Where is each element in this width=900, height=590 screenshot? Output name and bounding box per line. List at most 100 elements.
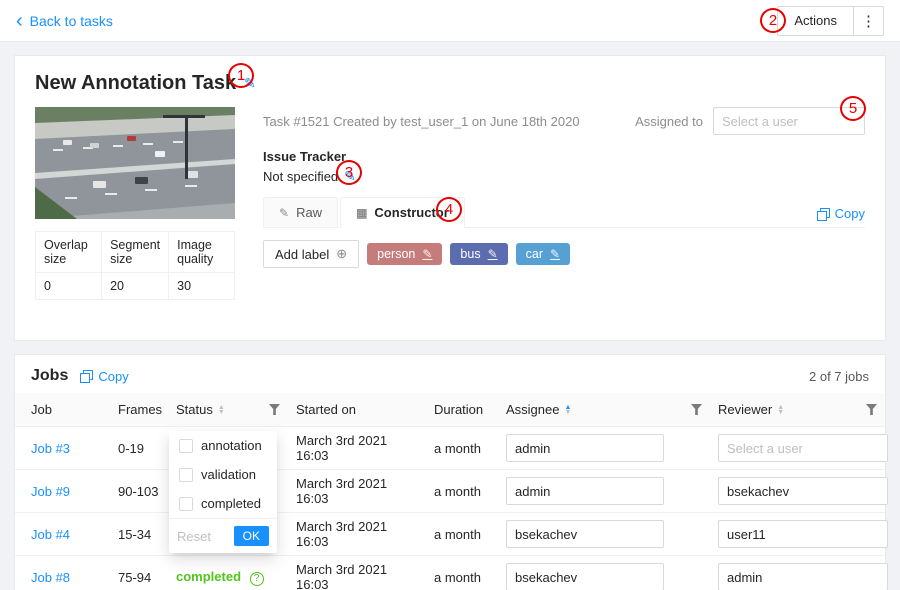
assignee-input[interactable] <box>506 434 664 462</box>
back-chevron-icon: ‹ <box>16 14 23 28</box>
reviewer-input[interactable] <box>718 477 888 505</box>
copy-labels-link[interactable]: Copy <box>817 206 865 227</box>
plus-circle-icon: ⊕ <box>336 246 347 262</box>
job-link[interactable]: Job #4 <box>31 527 70 542</box>
copy-icon <box>817 208 829 220</box>
param-header-segment: Segment size <box>102 232 169 273</box>
task-left-column: Overlap size Segment size Image quality … <box>35 107 235 300</box>
sort-caret-down-icon: ▼ <box>777 410 784 415</box>
col-header-reviewer[interactable]: Reviewer ▲ ▼ <box>710 393 885 427</box>
assigned-to-label: Assigned to <box>635 114 703 129</box>
edit-icon[interactable]: ✎ <box>550 247 560 261</box>
filter-option-label: validation <box>201 467 256 482</box>
checkbox-completed[interactable] <box>179 497 193 511</box>
add-label-text: Add label <box>275 247 329 262</box>
col-header-job: Job <box>15 393 110 427</box>
jobs-title: Jobs <box>31 367 68 385</box>
annotation-circle-1: 1 <box>228 63 254 88</box>
copy-jobs-link[interactable]: Copy <box>80 369 128 384</box>
actions-button-group: Actions ⋮ <box>777 6 884 36</box>
frames-cell: 0-19 <box>110 427 168 470</box>
reviewer-input[interactable] <box>718 434 888 462</box>
edit-icon[interactable]: ✎ <box>488 247 498 261</box>
frames-cell: 75-94 <box>110 556 168 590</box>
annotation-circle-3: 3 <box>336 160 362 185</box>
assignee-header-label: Assignee <box>506 402 559 417</box>
label-chip-name: car <box>526 247 543 261</box>
started-cell: March 3rd 2021 16:03 <box>288 427 426 470</box>
actions-button[interactable]: Actions <box>778 7 853 35</box>
filter-reset-button[interactable]: Reset <box>177 529 211 544</box>
copy-labels-label: Copy <box>835 206 865 221</box>
duration-cell: a month <box>426 470 498 513</box>
duration-cell: a month <box>426 427 498 470</box>
annotation-circle-2: 2 <box>760 8 786 33</box>
job-link[interactable]: Job #9 <box>31 484 70 499</box>
tab-raw[interactable]: ✎ Raw <box>263 197 338 227</box>
more-icon: ⋮ <box>861 12 876 30</box>
jobs-count: 2 of 7 jobs <box>809 369 869 384</box>
jobs-card: Jobs Copy 2 of 7 jobs Job Frames Status <box>14 354 886 590</box>
task-preview-image <box>35 107 235 219</box>
pencil-icon: ✎ <box>279 206 289 220</box>
duration-cell: a month <box>426 513 498 556</box>
col-header-started: Started on <box>288 393 426 427</box>
labels-tabs-bar: ✎ Raw ▦ Constructor Copy <box>263 197 865 228</box>
status-completed-text: completed <box>176 569 241 584</box>
col-header-frames: Frames <box>110 393 168 427</box>
status-filter-icon[interactable] <box>269 404 280 415</box>
add-label-button[interactable]: Add label ⊕ <box>263 240 359 268</box>
frames-cell: 90-103 <box>110 470 168 513</box>
filter-ok-button[interactable]: OK <box>234 526 269 546</box>
status-filter-dropdown: annotation validation completed Reset OK <box>169 431 277 553</box>
sort-icons[interactable]: ▲ ▼ <box>218 405 225 415</box>
reviewer-input[interactable] <box>718 520 888 548</box>
more-menu-button[interactable]: ⋮ <box>853 7 883 35</box>
filter-option-label: completed <box>201 496 261 511</box>
sort-icons[interactable]: ▲ ▼ <box>564 405 571 415</box>
back-link-label: Back to tasks <box>30 13 113 29</box>
col-header-status[interactable]: Status ▲ ▼ <box>168 393 288 427</box>
annotation-circle-5: 5 <box>840 96 866 121</box>
duration-cell: a month <box>426 556 498 590</box>
task-params-table: Overlap size Segment size Image quality … <box>35 231 235 300</box>
task-title: New Annotation Task <box>35 72 236 95</box>
label-chip-bus[interactable]: bus ✎ <box>450 243 507 265</box>
label-chip-car[interactable]: car ✎ <box>516 243 570 265</box>
sort-caret-down-icon: ▼ <box>564 410 571 415</box>
assignee-input[interactable] <box>506 477 664 505</box>
filter-option-validation[interactable]: validation <box>169 460 277 489</box>
param-value-segment: 20 <box>102 273 169 300</box>
filter-option-completed[interactable]: completed <box>169 489 277 518</box>
param-header-overlap: Overlap size <box>36 232 102 273</box>
assignee-filter-icon[interactable] <box>691 404 702 415</box>
assignee-input[interactable] <box>506 563 664 590</box>
task-right-column: Task #1521 Created by test_user_1 on Jun… <box>263 107 865 300</box>
reviewer-filter-icon[interactable] <box>866 404 877 415</box>
started-cell: March 3rd 2021 16:03 <box>288 556 426 590</box>
col-header-assignee[interactable]: Assignee ▲ ▼ <box>498 393 710 427</box>
frames-cell: 15-34 <box>110 513 168 556</box>
label-chip-name: bus <box>460 247 480 261</box>
checkbox-annotation[interactable] <box>179 439 193 453</box>
job-link[interactable]: Job #3 <box>31 441 70 456</box>
assignee-input[interactable] <box>506 520 664 548</box>
job-row: Job #3 0-19 March 3rd 2021 16:03 a month <box>15 427 885 470</box>
issue-tracker-value: Not specified <box>263 169 338 184</box>
reviewer-header-label: Reviewer <box>718 402 772 417</box>
job-link[interactable]: Job #8 <box>31 570 70 585</box>
sort-icons[interactable]: ▲ ▼ <box>777 405 784 415</box>
tab-raw-label: Raw <box>296 205 322 220</box>
job-row: Job #8 75-94 completed ? March 3rd 2021 … <box>15 556 885 590</box>
filter-option-annotation[interactable]: annotation <box>169 431 277 460</box>
col-header-duration: Duration <box>426 393 498 427</box>
page: ‹ Back to tasks Actions ⋮ New Annotation… <box>0 0 900 590</box>
reviewer-input[interactable] <box>718 563 888 590</box>
edit-icon[interactable]: ✎ <box>422 247 432 261</box>
back-to-tasks-link[interactable]: ‹ Back to tasks <box>16 13 113 29</box>
label-chip-person[interactable]: person ✎ <box>367 243 442 265</box>
checkbox-validation[interactable] <box>179 468 193 482</box>
status-help-icon[interactable]: ? <box>250 572 264 586</box>
param-header-quality: Image quality <box>169 232 235 273</box>
param-value-quality: 30 <box>169 273 235 300</box>
